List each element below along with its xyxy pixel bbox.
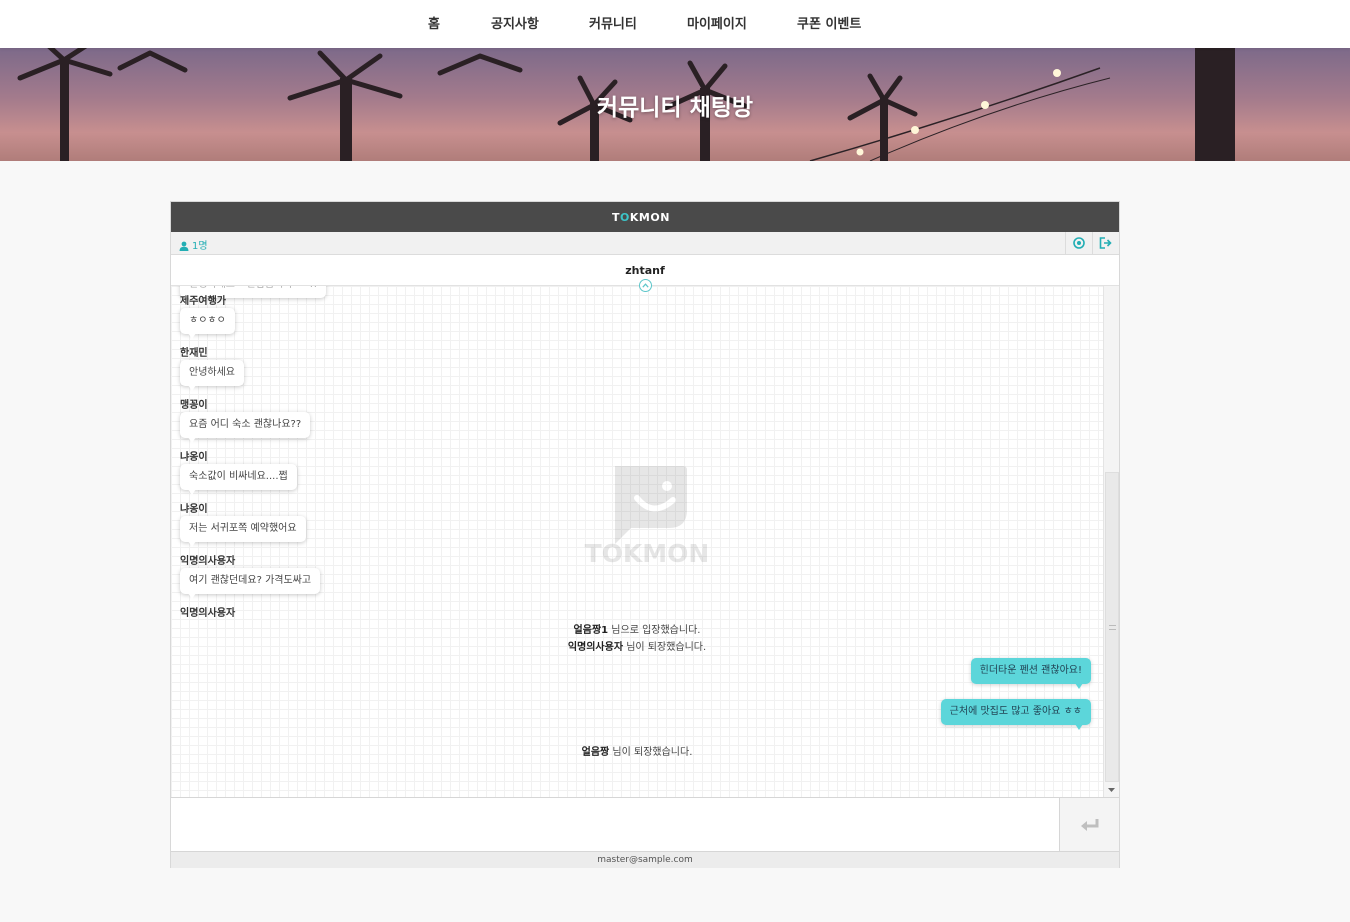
message-list[interactable]: TOKMON 안녕하세요~ 반갑습니다^^!! 제주여행가 ㅎㅇㅎㅇ 한재민 안… (171, 286, 1103, 797)
exit-button[interactable] (1092, 232, 1118, 254)
my-chat-message: 힌더타운 펜션 괜찮아요! (970, 658, 1091, 689)
collapse-button[interactable] (639, 279, 652, 292)
system-message-user: 익명의사용자 (567, 642, 624, 653)
nav-item-notice[interactable]: 공지사항 (491, 13, 539, 32)
watermark-text: TOKMON (585, 539, 710, 566)
logo-text-suffix: KMON (629, 211, 670, 224)
scroll-down-button[interactable] (1104, 783, 1119, 797)
message-sender: 맹꽁이 (180, 400, 208, 411)
logo-text-prefix: T (612, 211, 621, 224)
system-message-user: 얼음짱 (581, 747, 610, 758)
nav-item-community[interactable]: 커뮤니티 (589, 13, 637, 32)
scroll-thumb[interactable] (1105, 472, 1119, 782)
chat-message: 숙소값이 비싸네요....쩝 (180, 464, 297, 495)
nav-item-coupon-event[interactable]: 쿠폰 이벤트 (797, 13, 861, 32)
room-name: zhtanf (625, 264, 665, 277)
chat-message: 저는 서귀포쪽 예약했어요 (180, 516, 306, 547)
chat-message: 여기 괜찮던데요? 가격도싸고 (180, 568, 321, 599)
hero-banner: 커뮤니티 채팅방 (0, 48, 1350, 161)
user-icon (179, 241, 189, 251)
message-sender: 익명의사용자 (180, 556, 236, 567)
user-count-label: 1명 (192, 241, 208, 252)
page-title: 커뮤니티 채팅방 (596, 95, 754, 121)
chat-widget: TOKMON 1명 zhtanf TOKMON 제주여행가 ㅎㅇㅎㅇ 한재민 안… (170, 201, 1120, 868)
message-input-area (171, 797, 1119, 851)
message-input[interactable] (171, 798, 1059, 851)
logo-text-o: O (620, 211, 630, 224)
top-nav: 홈 공지사항 커뮤니티 마이페이지 쿠폰 이벤트 (0, 0, 1350, 48)
system-message-text: 님으로 입장했습니다. (608, 625, 701, 636)
chat-toolbar: 1명 (171, 232, 1119, 255)
settings-button[interactable] (1065, 232, 1091, 254)
message-sender: 냐옹이 (180, 504, 208, 515)
scroll-grip-icon (1109, 625, 1116, 630)
room-title-bar: zhtanf (171, 255, 1119, 292)
tokmon-watermark-logo: TOKMON (585, 466, 710, 568)
chat-footer-email: master@sample.com (171, 851, 1119, 868)
message-scrollbar[interactable] (1103, 286, 1119, 797)
nav-item-mypage[interactable]: 마이페이지 (687, 13, 747, 32)
message-sender: 제주여행가 (180, 296, 226, 307)
system-message: 얼음짱 님이 퇴장했습니다. (171, 743, 1103, 758)
system-message-text: 님이 퇴장했습니다. (623, 642, 707, 653)
sign-out-icon (1099, 237, 1112, 249)
my-chat-message: 근처에 맛집도 많고 좋아요 ㅎㅎ (940, 699, 1091, 730)
system-message: 익명의사용자 님이 퇴장했습니다. (171, 638, 1103, 653)
system-message-user: 얼음짱1 (573, 625, 609, 636)
chevron-up-icon (642, 283, 649, 288)
tokmon-logo: TOKMON (612, 211, 670, 224)
enter-arrow-icon (1080, 818, 1098, 831)
caret-down-icon (1108, 788, 1115, 792)
message-sender: 한재민 (180, 348, 208, 359)
send-button[interactable] (1059, 798, 1119, 851)
nav-item-home[interactable]: 홈 (428, 13, 440, 32)
tokmon-watermark: TOKMON (573, 466, 721, 570)
chat-message: 요즘 어디 숙소 괜찮나요?? (180, 412, 311, 443)
message-sender: 익명의사용자 (180, 608, 236, 619)
system-message-text: 님이 퇴장했습니다. (609, 747, 693, 758)
system-message: 얼음짱1 님으로 입장했습니다. (171, 621, 1103, 636)
user-count[interactable]: 1명 (179, 237, 208, 252)
chat-message: 안녕하세요 (180, 360, 244, 391)
message-sender: 냐옹이 (180, 452, 208, 463)
circle-target-icon (1072, 237, 1085, 249)
chat-message: ㅎㅇㅎㅇ (180, 308, 235, 339)
chat-header: TOKMON (171, 202, 1119, 232)
